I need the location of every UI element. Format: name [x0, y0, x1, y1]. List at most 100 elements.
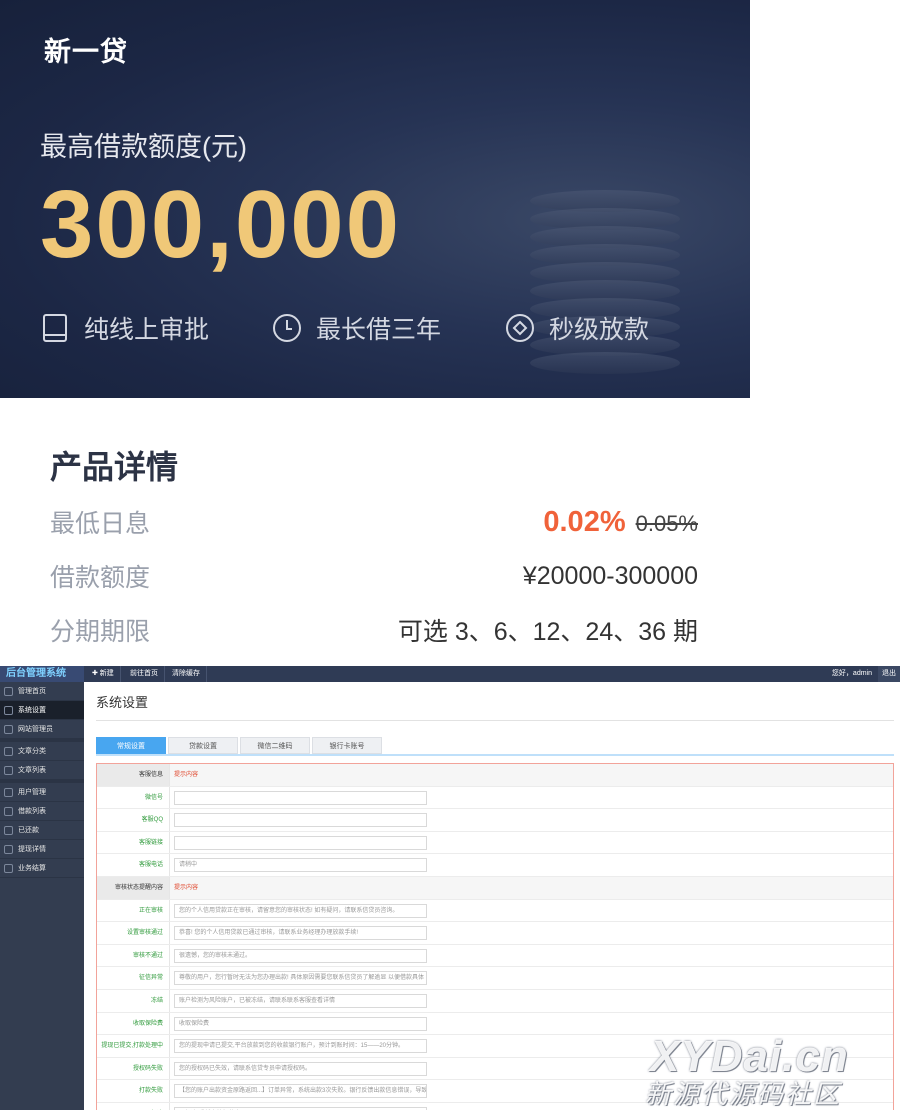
form-label: 审核不通过 [97, 944, 170, 967]
grid-icon [4, 825, 13, 835]
feature-fast-payout: 秒级放款 [505, 310, 649, 346]
sidebar-item-settlement[interactable]: 业务结算 [0, 859, 84, 878]
form-input[interactable]: 请稍中 [174, 858, 427, 873]
product-details-title: 产品详情 [50, 449, 179, 485]
form-label: 授权码失败 [97, 1057, 170, 1080]
form-input[interactable]: 您的个人信用贷款正在审核，请留意您的审核状态! 如有疑问，请联系信贷员咨询。 [174, 903, 427, 918]
detail-row-installment-term: 分期期限 可选 3、6、12、24、36 期 [50, 610, 698, 650]
form-label: 收取保险费 [97, 1012, 170, 1035]
form-row: 征信异常 尊敬的用户，您行暂时无法为您办理出款! 具体原因需要您联系信贷员了解逾显… [97, 967, 893, 990]
form-label: 冻结 [97, 989, 170, 1012]
form-label: 客服链接 [97, 831, 170, 854]
form-input[interactable]: 您的提现申请已提交,平台放款到您的收款银行账户，预计到账时间：15——20分钟。 [174, 1039, 427, 1054]
form-input[interactable]: 账户检测为风险账户，已被冻结，请联系联系客服查看详情 [174, 993, 427, 1008]
section-hint: 提示内容 [174, 772, 199, 778]
feature-label: 最长借三年 [316, 316, 442, 344]
form-label: 微信号 [97, 786, 170, 809]
form-label: 审核状态提醒内容 [97, 876, 170, 899]
tab-wechat-qr[interactable]: 微信二维码 [240, 737, 310, 754]
form-input[interactable] [174, 813, 427, 828]
coins-background [490, 150, 710, 390]
form-input[interactable]: 很遗憾，您的审核未通过。 [174, 948, 427, 963]
detail-label: 最低日息 [50, 510, 151, 538]
gear-icon [4, 705, 13, 715]
sidebar-item-users[interactable]: 用户管理 [0, 783, 84, 802]
detail-label: 分期期限 [50, 618, 151, 646]
user-icon [4, 724, 13, 734]
detail-label: 借款额度 [50, 564, 151, 592]
hero-banner: 新一贷 最高借款额度(元) 300,000 纯线上审批 最长借三年 秒级放款 [0, 0, 750, 398]
grid-icon [4, 863, 13, 873]
new-button[interactable]: ✚ 新建 [86, 666, 121, 682]
list-icon [4, 746, 13, 756]
form-input[interactable]: 恭喜! 您的个人信用贷款已通过审核，请联系业务经理办理放款手续! [174, 926, 427, 941]
detail-row-loan-amount: 借款额度 ¥20000-300000 [50, 556, 698, 596]
logout-button[interactable]: 退出 [878, 666, 900, 682]
current-rate: 0.02% [543, 505, 626, 538]
detail-value: 可选 3、6、12、24、36 期 [397, 618, 698, 646]
clear-cache-button[interactable]: 清除缓存 [166, 666, 207, 682]
sidebar-item-system-settings[interactable]: 系统设置 [0, 701, 84, 720]
form-label: 提现已提交,打款处理中 [97, 1035, 170, 1057]
form-section-header: 客服信息 提示内容 [97, 764, 893, 787]
form-label: 解冻 [97, 1102, 170, 1110]
sidebar-item-repaid[interactable]: 已还款 [0, 821, 84, 840]
admin-sidebar: 管理首页 系统设置 网站管理员 文章分类 文章列表 用户管理 借款列表 已还款 … [0, 682, 84, 1110]
form-row: 客服链接 [97, 831, 893, 855]
clock-icon [272, 313, 302, 343]
section-hint: 提示内容 [174, 884, 199, 891]
tab-general[interactable]: 常规设置 [96, 737, 166, 754]
watermark-subtitle: 新源代源码社区 [645, 1079, 842, 1109]
form-row: 正在审核 您的个人信用贷款正在审核，请留意您的审核状态! 如有疑问，请联系信贷员咨… [97, 899, 893, 923]
brand-name: 新一贷 [44, 37, 128, 67]
form-row: 审核不通过 很遗憾，您的审核未通过。 [97, 944, 893, 968]
goto-home-button[interactable]: 前往首页 [124, 666, 165, 682]
sidebar-item-article-list[interactable]: 文章列表 [0, 761, 84, 780]
detail-row-daily-interest: 最低日息 0.02% 0.05% [50, 502, 698, 542]
form-row: 冻结 账户检测为风险账户，已被冻结，请联系联系客服查看详情 [97, 989, 893, 1013]
feature-label: 秒级放款 [549, 316, 650, 344]
home-icon [4, 686, 13, 696]
form-row: 设置审核通过 恭喜! 您的个人信用贷款已通过审核，请联系业务经理办理放款手续! [97, 922, 893, 945]
form-section-header: 审核状态提醒内容 提示内容 [97, 876, 893, 900]
feature-longest-term: 最长借三年 [272, 310, 441, 346]
settings-tabs: 常规设置 贷款设置 微信二维码 银行卡账号 [96, 737, 384, 754]
sidebar-item-admins[interactable]: 网站管理员 [0, 720, 84, 739]
sidebar-item-home[interactable]: 管理首页 [0, 682, 84, 701]
admin-logo: 后台管理系统 [0, 666, 84, 682]
form-input[interactable]: 【您的账户出款资金原路返回...】订单异常，系统出款3次失败。银行反馈出款信息错… [174, 1084, 427, 1099]
form-row: 客服电话 请稍中 [97, 854, 893, 877]
limit-amount: 300,000 [40, 171, 402, 278]
grid-icon [4, 844, 13, 854]
admin-topbar: 后台管理系统 ✚ 新建 前往首页 清除缓存 您好，admin 退出 [0, 666, 900, 682]
form-label: 客服信息 [97, 764, 170, 786]
detail-value: ¥20000-300000 [522, 561, 698, 590]
form-row: 微信号 [97, 786, 893, 810]
document-icon [4, 765, 13, 775]
form-label: 打款失败 [97, 1080, 170, 1102]
form-input[interactable]: 您的授权码已失效，请联系信贷专员申请授权码。 [174, 1061, 427, 1076]
sidebar-item-article-categories[interactable]: 文章分类 [0, 742, 84, 761]
page-title: 系统设置 [96, 695, 149, 710]
old-rate: 0.05% [635, 510, 698, 536]
form-label: 客服电话 [97, 854, 170, 876]
sidebar-item-withdrawals[interactable]: 提现详情 [0, 840, 84, 859]
form-label: 客服QQ [97, 809, 170, 831]
feature-label: 纯线上审批 [84, 316, 210, 344]
feature-online-approval: 纯线上审批 [40, 310, 209, 346]
sidebar-item-loans[interactable]: 借款列表 [0, 802, 84, 821]
form-label: 征信异常 [97, 967, 170, 989]
tablet-icon [40, 313, 70, 343]
diamond-coin-icon [505, 313, 535, 343]
tab-loan[interactable]: 贷款设置 [168, 737, 238, 754]
form-label: 正在审核 [97, 899, 170, 922]
form-input[interactable] [174, 835, 427, 850]
tab-bank-account[interactable]: 银行卡账号 [312, 737, 382, 754]
greeting: 您好，admin [831, 670, 872, 677]
form-label: 设置审核通过 [97, 922, 170, 944]
form-row: 客服QQ [97, 809, 893, 832]
form-input[interactable]: 尊敬的用户，您行暂时无法为您办理出款! 具体原因需要您联系信贷员了解逾显 以便借… [174, 971, 427, 986]
form-input[interactable] [174, 790, 427, 805]
form-input[interactable]: 收取保险费 [174, 1016, 427, 1031]
users-icon [4, 787, 13, 797]
